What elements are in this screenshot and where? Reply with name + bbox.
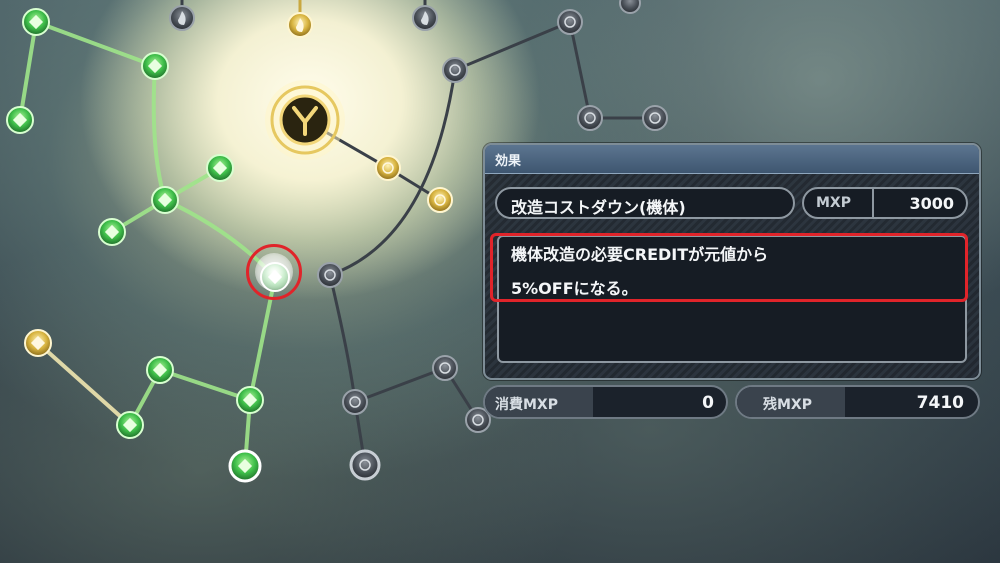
- spent-mxp-label: 消費MXP: [495, 397, 558, 413]
- skill-node-locked[interactable]: [169, 5, 195, 31]
- gold-nodes: [24, 12, 453, 357]
- skill-node-locked[interactable]: [619, 0, 641, 14]
- skill-node-locked[interactable]: [642, 105, 668, 131]
- description-highlight: [490, 233, 968, 302]
- skill-node-gold[interactable]: [375, 155, 401, 181]
- skill-node-green[interactable]: [236, 386, 264, 414]
- skill-node-green[interactable]: [22, 8, 50, 36]
- skill-node-gold[interactable]: [287, 12, 313, 38]
- cost-value: 3000: [909, 194, 954, 213]
- skill-node-locked[interactable]: [349, 449, 381, 481]
- skill-node-green[interactable]: [6, 106, 34, 134]
- remaining-mxp-label-box: 残MXP: [737, 387, 845, 417]
- skill-node-green[interactable]: [141, 52, 169, 80]
- skill-node-locked[interactable]: [577, 105, 603, 131]
- skill-node-locked[interactable]: [557, 9, 583, 35]
- skill-node-green[interactable]: [206, 154, 234, 182]
- skill-node-gold[interactable]: [427, 187, 453, 213]
- remaining-mxp-value: 7410: [916, 393, 964, 413]
- skill-node-green[interactable]: [151, 186, 179, 214]
- skill-node-gold[interactable]: [24, 329, 52, 357]
- effect-name: 改造コストダウン(機体): [511, 198, 686, 217]
- skill-node-locked[interactable]: [412, 5, 438, 31]
- selected-node-highlight: [246, 244, 302, 300]
- spent-mxp-label-box: 消費MXP: [485, 387, 593, 417]
- remaining-mxp-display: 残MXP 7410: [735, 385, 980, 419]
- effect-name-field: 改造コストダウン(機体): [495, 187, 795, 219]
- panel-title: 効果: [495, 154, 522, 169]
- remaining-mxp-label: 残MXP: [763, 397, 812, 413]
- skill-node-green[interactable]: [98, 218, 126, 246]
- skill-node-green[interactable]: [228, 449, 262, 483]
- spent-mxp-value: 0: [702, 393, 714, 413]
- cost-field: MXP 3000: [802, 187, 968, 219]
- skill-node-locked[interactable]: [432, 355, 458, 381]
- skill-node-locked[interactable]: [442, 57, 468, 83]
- skill-node-green[interactable]: [116, 411, 144, 439]
- selected-node-glow: [255, 253, 293, 291]
- skill-node-locked[interactable]: [342, 389, 368, 415]
- skill-node-green[interactable]: [146, 356, 174, 384]
- cost-divider: [872, 189, 874, 217]
- green-nodes: [6, 8, 290, 483]
- cost-label: MXP: [816, 195, 851, 211]
- y-emblem-icon[interactable]: [265, 80, 345, 160]
- skill-node-locked[interactable]: [317, 262, 343, 288]
- spent-mxp-display: 消費MXP 0: [483, 385, 728, 419]
- panel-header: 効果: [485, 145, 979, 174]
